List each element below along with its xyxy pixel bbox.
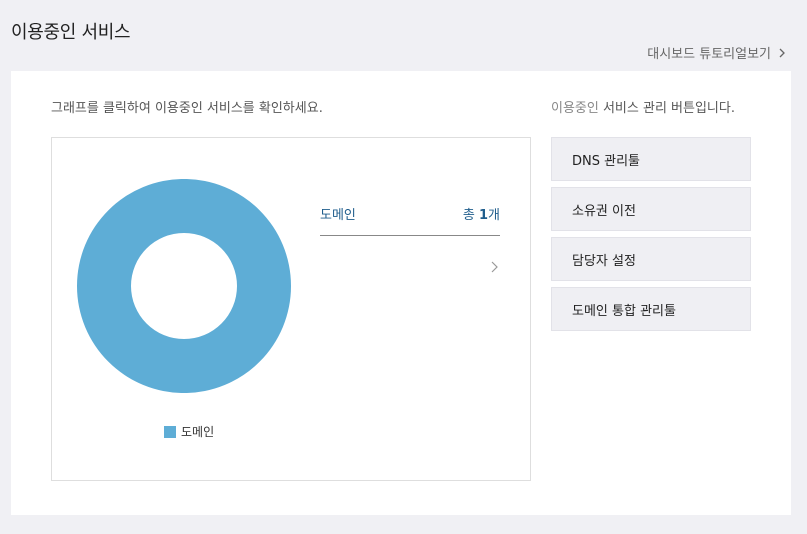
legend-label: 도메인 — [181, 425, 215, 439]
page-title: 이용중인 서비스 — [11, 22, 131, 43]
donut-slice-도메인[interactable] — [77, 179, 291, 393]
tutorial-link-label: 대시보드 튜토리얼보기 — [647, 47, 771, 62]
dashboard-tutorial-link[interactable]: 대시보드 튜토리얼보기 — [647, 43, 787, 62]
chevron-right-icon[interactable] — [490, 260, 500, 274]
service-summary: 도메인 총 1개 — [320, 204, 500, 273]
button-guide-text: 이용중인 서비스 관리 버튼입니다. — [551, 97, 735, 116]
service-button-list: DNS 관리툴 소유권 이전 담당자 설정 도메인 통합 관리툴 — [551, 137, 751, 337]
donut-chart[interactable] — [77, 179, 291, 393]
services-card: 그래프를 클릭하여 이용중인 서비스를 확인하세요. 이용중인 서비스 관리 버… — [11, 71, 791, 515]
summary-label: 도메인 — [320, 208, 356, 223]
button-guide-prefix: 이용중인 — [551, 101, 599, 116]
summary-count-prefix: 총 — [462, 208, 479, 223]
contact-settings-button[interactable]: 담당자 설정 — [551, 237, 751, 281]
button-guide-suffix: 서비스 관리 버튼입니다. — [598, 101, 735, 116]
summary-count-suffix: 개 — [488, 208, 500, 223]
summary-count: 총 1개 — [463, 204, 500, 223]
summary-header: 도메인 총 1개 — [320, 204, 500, 236]
chevron-right-icon — [779, 48, 785, 57]
chart-guide-text: 그래프를 클릭하여 이용중인 서비스를 확인하세요. — [51, 101, 323, 116]
domain-integrated-manager-button[interactable]: 도메인 통합 관리툴 — [551, 287, 751, 331]
dns-manager-button[interactable]: DNS 관리툴 — [551, 137, 751, 181]
ownership-transfer-button[interactable]: 소유권 이전 — [551, 187, 751, 231]
legend-swatch — [164, 425, 176, 438]
chart-legend[interactable]: 도메인 — [164, 423, 214, 440]
chart-panel: 도메인 도메인 총 1개 — [51, 137, 531, 481]
summary-count-value: 1 — [478, 208, 489, 223]
